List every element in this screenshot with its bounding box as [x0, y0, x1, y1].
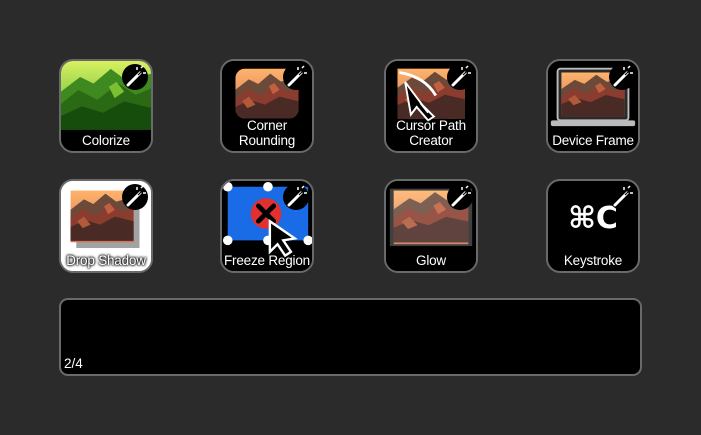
- magic-wand-icon: [608, 63, 636, 91]
- magic-wand-icon: [446, 63, 474, 91]
- magic-wand-icon: [121, 63, 149, 91]
- magic-wand-icon: [446, 183, 474, 211]
- effect-tile-colorize[interactable]: Colorize: [59, 59, 153, 153]
- effect-label: Freeze Region: [224, 253, 310, 268]
- effect-label: Glow: [416, 253, 446, 268]
- magic-wand-icon: [282, 63, 310, 91]
- effect-tile-corner-rounding[interactable]: Corner Rounding: [220, 59, 314, 153]
- effect-tile-keystroke[interactable]: ⌘C Keystroke: [546, 179, 640, 273]
- effect-label: Keystroke: [563, 253, 623, 268]
- effect-label: Colorize: [82, 133, 130, 148]
- magic-wand-icon: [121, 183, 149, 211]
- effect-preview-panel: 2/4: [59, 298, 642, 376]
- effect-tile-device-frame[interactable]: Device Frame: [546, 59, 640, 153]
- effect-tile-cursor-path-creator[interactable]: Cursor Path Creator: [384, 59, 478, 153]
- effect-tile-drop-shadow[interactable]: Drop Shadow: [59, 179, 153, 273]
- effect-label: Drop Shadow: [66, 253, 146, 268]
- effect-tile-glow[interactable]: Glow: [384, 179, 478, 273]
- effect-label: Device Frame: [552, 133, 634, 148]
- effect-label: Corner Rounding: [238, 118, 296, 148]
- effect-tile-freeze-region[interactable]: Freeze Region: [220, 179, 314, 273]
- effect-label: Cursor Path Creator: [396, 118, 466, 148]
- magic-wand-icon: [282, 183, 310, 211]
- page-indicator: 2/4: [64, 356, 83, 371]
- magic-wand-icon: [608, 183, 636, 211]
